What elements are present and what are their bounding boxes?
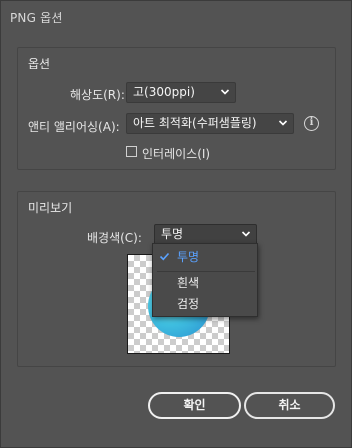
- menu-item-label: 투명: [177, 250, 200, 264]
- background-value: 투명: [161, 227, 184, 241]
- chevron-down-icon: [241, 231, 251, 237]
- menu-item-label: 흰색: [177, 276, 200, 290]
- ok-button[interactable]: 확인: [148, 392, 241, 419]
- check-icon: [159, 252, 170, 261]
- menu-item-black[interactable]: 검정: [153, 294, 257, 314]
- menu-separator: [157, 271, 255, 272]
- preview-section-title: 미리보기: [28, 201, 73, 215]
- chevron-down-icon: [220, 89, 230, 95]
- chevron-down-icon: [278, 120, 288, 126]
- background-select[interactable]: 투명: [154, 224, 257, 245]
- interlace-checkbox[interactable]: [126, 146, 137, 157]
- menu-item-white[interactable]: 흰색: [153, 273, 257, 293]
- menu-item-label: 검정: [177, 297, 200, 311]
- cancel-button[interactable]: 취소: [244, 392, 335, 419]
- antialias-select[interactable]: 아트 최적화(수퍼샘플링): [126, 113, 294, 134]
- info-icon[interactable]: i: [304, 116, 319, 131]
- background-label: 배경색(C):: [87, 231, 142, 245]
- png-options-dialog: PNG 옵션 옵션 해상도(R): 고(300ppi) 앤티 앨리어싱(A): …: [0, 0, 352, 448]
- options-section-title: 옵션: [28, 57, 51, 71]
- resolution-value: 고(300ppi): [133, 85, 195, 99]
- title-bar[interactable]: PNG 옵션: [1, 1, 351, 33]
- dialog-title: PNG 옵션: [10, 11, 63, 25]
- interlace-label[interactable]: 인터레이스(I): [142, 145, 210, 162]
- menu-item-transparent[interactable]: 투명: [153, 247, 257, 267]
- resolution-label: 해상도(R):: [70, 88, 125, 102]
- antialias-label: 앤티 앨리어싱(A):: [28, 120, 120, 134]
- resolution-select[interactable]: 고(300ppi): [126, 82, 236, 103]
- background-dropdown-menu: 투명 흰색 검정: [152, 243, 258, 317]
- antialias-value: 아트 최적화(수퍼샘플링): [133, 116, 257, 130]
